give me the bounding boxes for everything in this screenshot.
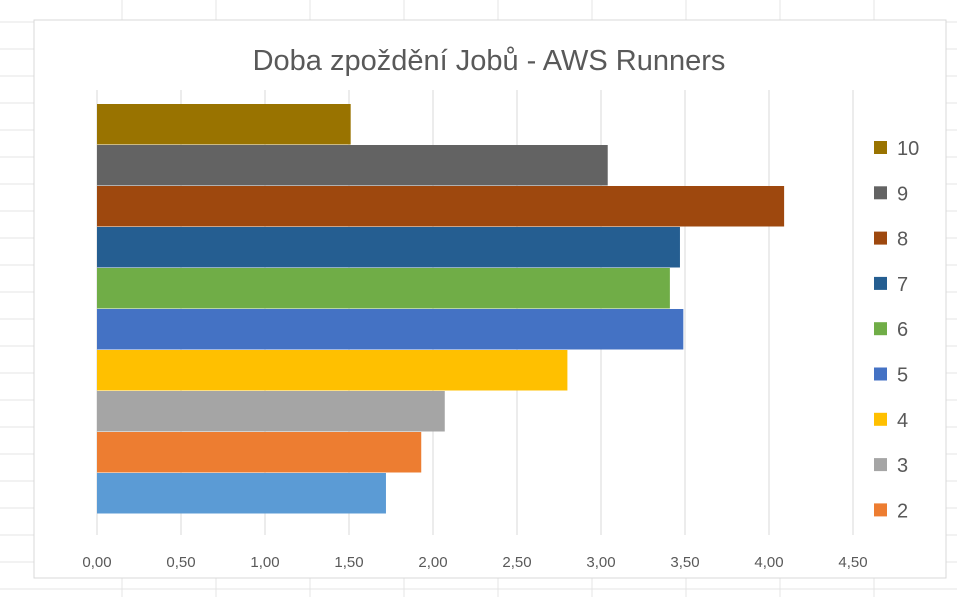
x-tick-label: 2,50: [502, 554, 531, 571]
legend-swatch: [874, 186, 887, 200]
legend-swatch: [874, 276, 887, 290]
bar: [97, 268, 670, 309]
bar: [97, 473, 386, 514]
legend-label: 10: [897, 138, 919, 160]
bar: [97, 186, 785, 227]
legend-swatch: [874, 322, 887, 336]
x-tick-label: 4,00: [754, 554, 783, 571]
legend-swatch: [874, 141, 887, 154]
legend-swatch: [874, 367, 887, 381]
chart-area: Doba zpoždění Jobů - AWS Runners 0,00 0,5…: [0, 0, 957, 597]
bar: [97, 432, 422, 473]
legend-label: 7: [897, 274, 908, 296]
chart-title: Doba zpoždění Jobů - AWS Runners: [253, 45, 726, 77]
x-tick-label: 4,50: [838, 554, 867, 571]
legend-label: 4: [897, 410, 908, 432]
x-tick-label: 0,00: [82, 554, 111, 571]
legend-label: 9: [897, 183, 908, 205]
legend-swatch: [874, 412, 887, 426]
bar: [97, 309, 684, 350]
bar: [97, 145, 608, 186]
legend-label: 8: [897, 229, 908, 251]
bar-chart: Doba zpoždění Jobů - AWS Runners 0,00 0,5…: [0, 0, 957, 597]
legend-label: 3: [897, 455, 908, 477]
x-tick-label: 1,50: [334, 554, 363, 571]
bar: [97, 104, 351, 145]
legend-label: 6: [897, 319, 908, 341]
x-tick-label: 0,50: [166, 554, 195, 571]
legend-swatch: [874, 503, 887, 517]
legend-swatch: [874, 231, 887, 245]
x-tick-label: 1,00: [250, 554, 279, 571]
x-tick-label: 3,50: [670, 554, 699, 571]
x-tick-label: 3,00: [586, 554, 615, 571]
legend-swatch: [874, 458, 887, 472]
bar: [97, 391, 445, 432]
legend-label: 5: [897, 365, 908, 387]
bar: [97, 227, 680, 268]
bar: [97, 350, 568, 391]
x-tick-label: 2,00: [418, 554, 447, 571]
legend-label: 2: [897, 500, 908, 522]
